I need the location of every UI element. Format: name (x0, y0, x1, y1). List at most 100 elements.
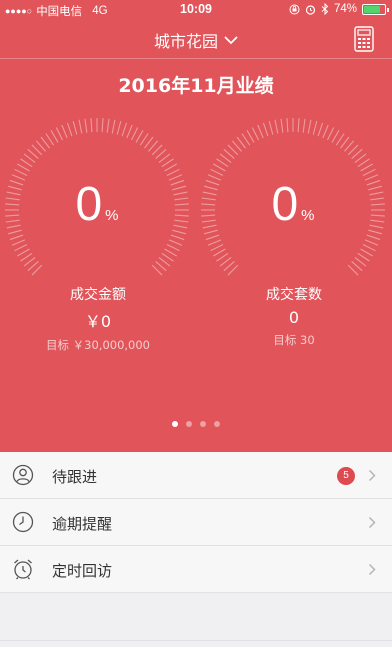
gauge-tick (241, 133, 251, 146)
gauge-tick (335, 133, 345, 146)
gauge-tick (164, 248, 177, 257)
gauge-tick (280, 118, 284, 133)
clock-icon (12, 511, 34, 533)
list-item-label: 逾期提醒 (52, 515, 113, 533)
gauge-tick (312, 120, 318, 135)
gauge-tick (331, 130, 340, 143)
gauge-tick (246, 130, 255, 143)
gauge-tick (126, 124, 133, 139)
list-item-label: 待跟进 (52, 468, 98, 486)
gauge-tick (11, 239, 26, 246)
list-item-follow-up[interactable]: 待跟进 5 (0, 452, 392, 499)
gauge-tick (307, 119, 312, 134)
gauge-tick (14, 168, 28, 176)
gauge-tick (27, 261, 39, 272)
gauge-tick (45, 133, 55, 146)
units-percent-value: 0 (271, 178, 299, 231)
app-screen: ●●●●○ 中国电信 4G 10:09 74% 城市花园 2016年11月业绩 … (0, 0, 392, 647)
gauge-tick (135, 130, 144, 143)
gauge-tick (357, 252, 370, 262)
gauge-tick (106, 118, 110, 133)
task-list: 待跟进 5 逾期提醒 定时回访 (0, 452, 392, 593)
amount-target: 目标 ￥30,000,000 (46, 338, 150, 352)
gauge-tick (327, 127, 335, 141)
battery-level (364, 5, 381, 13)
amount-gauge[interactable]: 0% (2, 115, 192, 285)
amount-percent: 0% (2, 177, 192, 232)
units-stat: 成交套数 0 目标 30 (196, 284, 392, 348)
gauge-tick (236, 136, 246, 149)
gauge-tick (40, 136, 50, 149)
gauge-tick (347, 264, 359, 276)
bluetooth-icon (321, 3, 329, 15)
lock-rotation-icon (289, 4, 300, 14)
gauge-tick (223, 261, 235, 272)
gauge-tick (231, 140, 242, 152)
gauge-tick (20, 252, 33, 262)
gauge-tick (286, 118, 289, 133)
gauge-tick (219, 257, 232, 267)
gauge-tick (111, 119, 116, 134)
gauge-tick (213, 248, 226, 257)
gauge-tick (340, 136, 350, 149)
gauge-tick (223, 148, 235, 159)
gauge-tick (205, 234, 220, 241)
chevron-right-icon (368, 563, 376, 576)
gauge-tick (216, 158, 229, 168)
gauge-tick (360, 248, 373, 257)
page-dot[interactable] (214, 421, 220, 427)
list-item-scheduled-visit[interactable]: 定时回访 (0, 546, 392, 593)
gauge-tick (351, 148, 363, 159)
gauge-tick (344, 140, 355, 152)
gauge-tick (268, 120, 274, 135)
gauge-tick (131, 127, 139, 141)
amount-label: 成交金额 (70, 287, 126, 303)
gauge-tick (161, 252, 174, 262)
gauge-tick (14, 244, 28, 252)
chevron-right-icon (368, 469, 376, 482)
amount-value: ￥0 (84, 312, 112, 331)
gauge-tick (31, 144, 43, 156)
gauge-tick (297, 118, 300, 133)
gauge-tick (317, 122, 324, 137)
gauge-tick (31, 264, 43, 276)
gauge-tick (354, 153, 367, 163)
gauge-tick (354, 257, 367, 267)
gauge-tick (148, 140, 159, 152)
gauge-tick (158, 153, 171, 163)
gauge-tick (351, 261, 363, 272)
gauge-tick (360, 163, 373, 172)
units-percent-unit: % (301, 207, 315, 224)
gauge-tick (257, 124, 264, 139)
list-item-overdue[interactable]: 逾期提醒 (0, 499, 392, 546)
page-dot[interactable] (172, 421, 178, 427)
page-dot[interactable] (200, 421, 206, 427)
battery-percent: 74% (333, 3, 357, 15)
gauge-tick (101, 118, 104, 133)
units-gauge[interactable]: 0% (198, 115, 388, 285)
gauge-tick (61, 124, 68, 139)
page-dot[interactable] (186, 421, 192, 427)
gauge-tick (227, 264, 239, 276)
gauge-tick (17, 248, 30, 257)
person-circle-icon (12, 464, 34, 486)
status-icons: 74% (289, 3, 389, 15)
gauge-tick (210, 168, 224, 176)
community-selector[interactable]: 城市花园 (0, 28, 392, 52)
list-item-label: 定时回访 (52, 562, 113, 580)
units-percent: 0% (198, 177, 388, 232)
gauge-tick (362, 244, 376, 252)
gauge-tick (166, 244, 180, 252)
gauge-tick (27, 148, 39, 159)
calculator-icon[interactable] (354, 26, 374, 52)
gauge-tick (168, 239, 183, 246)
nav-bar: 城市花园 (0, 20, 392, 58)
page-indicator[interactable] (0, 421, 392, 427)
amount-stat: 成交金额 ￥0 目标 ￥30,000,000 (0, 284, 196, 353)
chevron-down-icon (224, 36, 238, 44)
gauge-tick (17, 163, 30, 172)
gauge-tick (151, 144, 163, 156)
gauge-tick (84, 118, 88, 133)
gauge-tick (20, 158, 33, 168)
gauge-tick (90, 118, 93, 133)
